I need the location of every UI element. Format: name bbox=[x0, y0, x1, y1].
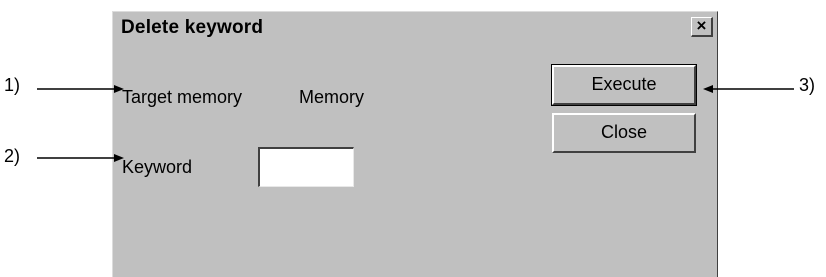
callout-arrows bbox=[37, 85, 794, 162]
arrow-icon bbox=[37, 85, 124, 93]
arrow-icon bbox=[703, 85, 794, 93]
arrow-icon bbox=[37, 154, 124, 162]
figure: 1) 2) 3) Delete keyword × Target memory … bbox=[0, 0, 826, 277]
